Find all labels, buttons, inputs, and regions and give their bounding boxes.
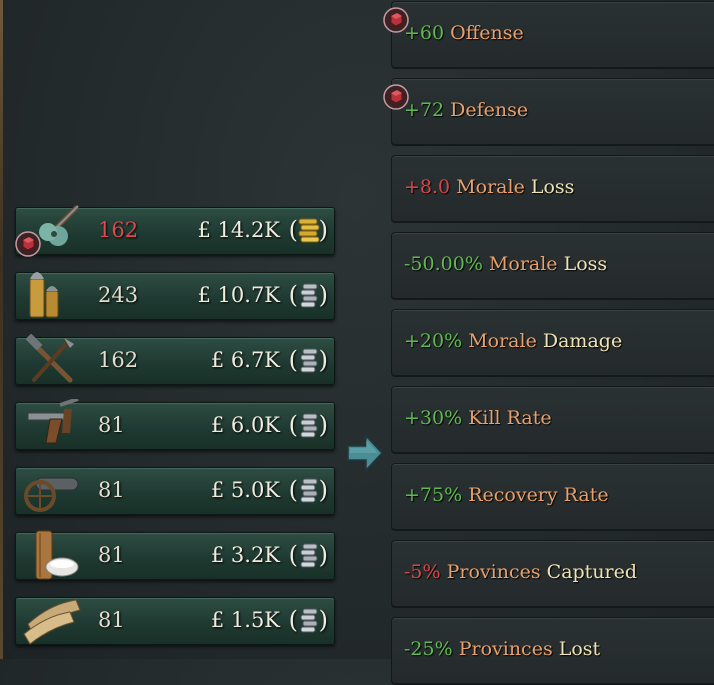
ammunition-icon xyxy=(20,269,82,321)
goods-price: £ 5.0K xyxy=(210,478,280,502)
modifier-text: +72 Defense xyxy=(404,99,528,121)
modifier-text: +8.0 Morale Loss xyxy=(404,176,574,198)
goods-amount: 162 xyxy=(98,348,139,372)
silver-coin-stack-icon xyxy=(297,347,321,373)
red-cube-badge-icon xyxy=(383,84,409,110)
modifier-value: +72 xyxy=(404,99,445,121)
silver-coin-stack-icon xyxy=(297,282,321,308)
modifier-label: Morale xyxy=(456,176,525,198)
rubber-icon xyxy=(20,529,82,581)
paren-close: ) xyxy=(318,411,328,439)
goods-amount: 243 xyxy=(98,283,139,307)
paren-close: ) xyxy=(318,281,328,309)
modifier-label: Offense xyxy=(450,22,524,44)
modifier-text: -25% Provinces Lost xyxy=(404,638,600,660)
fabric-icon xyxy=(20,594,82,646)
modifier-label-2: Lost xyxy=(558,638,601,660)
red-cube-badge-icon xyxy=(383,7,409,33)
modifier-label: Recovery Rate xyxy=(468,484,609,506)
modifier-text: +75% Recovery Rate xyxy=(404,484,609,506)
left-border-strip xyxy=(0,0,3,659)
modifier-value: +30% xyxy=(404,407,463,429)
modifier-value: -25% xyxy=(404,638,453,660)
goods-amount: 81 xyxy=(98,478,125,502)
silver-coin-stack-icon xyxy=(297,607,321,633)
goods-amount: 162 xyxy=(98,218,139,242)
modifier-text: -50.00% Morale Loss xyxy=(404,253,607,275)
silver-coin-stack-icon xyxy=(297,542,321,568)
modifier-provinces-lost: -25% Provinces Lost xyxy=(391,617,714,685)
modifier-value: +75% xyxy=(404,484,463,506)
modifier-text: +20% Morale Damage xyxy=(404,330,622,352)
modifier-label: Provinces xyxy=(458,638,553,660)
tools-icon xyxy=(20,333,82,386)
modifier-label-2: Captured xyxy=(546,561,638,583)
artillery-icon xyxy=(20,464,82,516)
modifier-label: Provinces xyxy=(446,561,541,583)
paren-close: ) xyxy=(318,541,328,569)
modifier-text: +30% Kill Rate xyxy=(404,407,552,429)
silver-coin-stack-icon xyxy=(297,477,321,503)
goods-price: £ 10.7K xyxy=(197,283,280,307)
goods-price: £ 6.7K xyxy=(210,348,280,372)
goods-row-pistols[interactable]: 81 £ 6.0K ( ) xyxy=(15,397,335,451)
modifier-recovery-rate: +75% Recovery Rate xyxy=(391,463,714,531)
modifier-kill-rate: +30% Kill Rate xyxy=(391,386,714,454)
modifier-text: -5% Provinces Captured xyxy=(404,561,637,583)
modifier-value: +60 xyxy=(404,22,445,44)
goods-amount: 81 xyxy=(98,413,125,437)
goods-row-tools[interactable]: 162 £ 6.7K ( ) xyxy=(15,333,335,386)
goods-row-artillery[interactable]: 81 £ 5.0K ( ) xyxy=(15,467,335,515)
modifier-morale-loss: +8.0 Morale Loss xyxy=(391,155,714,223)
modifier-label: Kill Rate xyxy=(468,407,552,429)
red-cube-badge-icon xyxy=(15,231,41,257)
goods-price: £ 3.2K xyxy=(210,543,280,567)
modifier-label: Morale xyxy=(488,253,558,275)
goods-row-small-arms[interactable]: 162 £ 14.2K ( ) xyxy=(15,205,335,255)
goods-row-ammunition[interactable]: 243 £ 10.7K ( ) xyxy=(15,272,335,320)
modifier-morale-loss-reduction: -50.00% Morale Loss xyxy=(391,232,714,300)
goods-price: £ 6.0K xyxy=(210,413,280,437)
goods-amount: 81 xyxy=(98,543,125,567)
modifier-label-2: Damage xyxy=(542,330,623,352)
modifier-morale-damage: +20% Morale Damage xyxy=(391,309,714,377)
modifier-value: -5% xyxy=(404,561,441,583)
goods-row-fabric[interactable]: 81 £ 1.5K ( ) xyxy=(15,597,335,645)
paren-close: ) xyxy=(318,606,328,634)
paren-close: ) xyxy=(318,346,328,374)
goods-price: £ 1.5K xyxy=(210,608,280,632)
paren-close: ) xyxy=(318,476,328,504)
modifier-label: Morale xyxy=(468,330,537,352)
goods-row-rubber[interactable]: 81 £ 3.2K ( ) xyxy=(15,529,335,581)
goods-price: £ 14.2K xyxy=(197,218,280,242)
modifier-label-2: Loss xyxy=(530,176,575,198)
modifier-label-2: Loss xyxy=(563,253,608,275)
modifier-offense: +60 Offense xyxy=(391,1,714,69)
modifier-label: Defense xyxy=(450,99,529,121)
goods-amount: 81 xyxy=(98,608,125,632)
paren-close: ) xyxy=(318,216,328,244)
pistol-icon xyxy=(20,397,82,451)
gold-coin-stack-icon xyxy=(297,217,321,243)
modifier-defense: +72 Defense xyxy=(391,78,714,146)
modifier-provinces-captured: -5% Provinces Captured xyxy=(391,540,714,608)
modifier-value: +20% xyxy=(404,330,463,352)
modifier-text: +60 Offense xyxy=(404,22,524,44)
arrow-right-icon xyxy=(346,434,384,472)
modifier-value: -50.00% xyxy=(404,253,483,275)
silver-coin-stack-icon xyxy=(297,412,321,438)
modifier-value: +8.0 xyxy=(404,176,451,198)
